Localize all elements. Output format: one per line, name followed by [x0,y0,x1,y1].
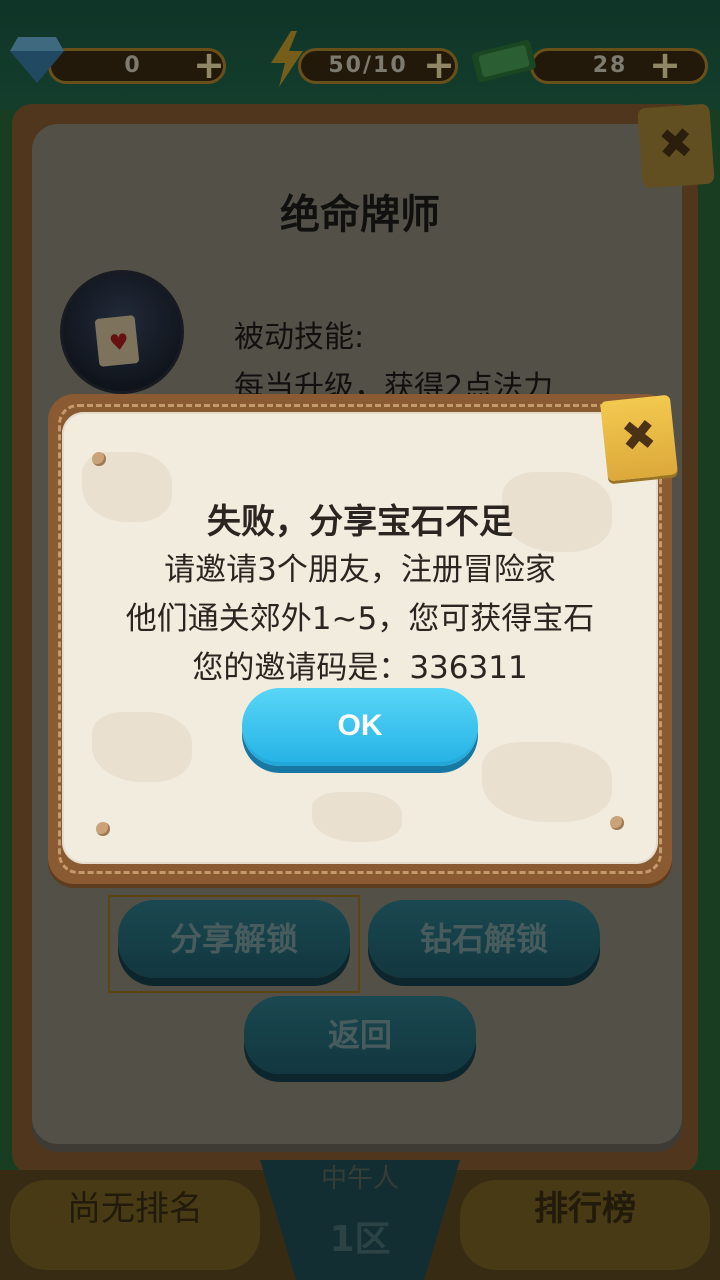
pin-icon [92,452,106,466]
dialog-message-line-2: 他们通关郊外1~5，您可获得宝石 [125,601,595,637]
dialog-close-button[interactable]: ✖ [600,394,678,482]
ok-button[interactable]: OK [242,688,478,766]
dialog-paper [62,412,658,864]
paper-texture [482,742,612,822]
pin-icon [610,816,624,830]
pin-icon [96,822,110,836]
dialog-message-line-1: 请邀请3个朋友，注册冒险家 [164,552,556,588]
dialog-title: 失败，分享宝石不足 [207,502,513,542]
paper-texture [312,792,402,842]
invite-code-text: 您的邀请码是：336311 [192,650,528,686]
paper-texture [92,712,192,782]
